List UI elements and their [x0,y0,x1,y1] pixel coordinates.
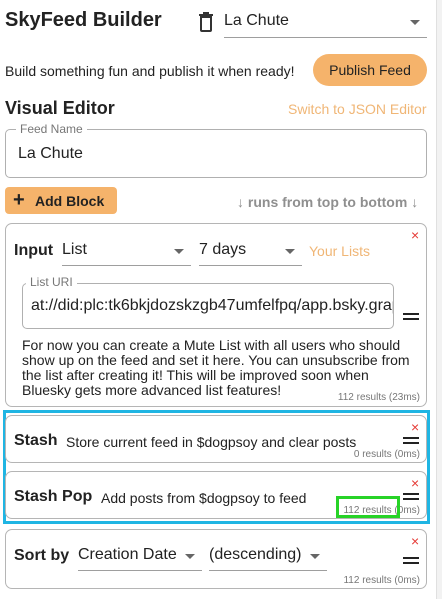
stash-block: × Stash Store current feed in $dogpsoy a… [5,415,427,463]
scrollbar[interactable] [436,0,442,599]
sort-block-label: Sort by [14,547,70,564]
drag-handle-icon[interactable] [403,557,419,564]
publish-feed-button[interactable]: Publish Feed [313,54,427,86]
sort-order-select[interactable]: (descending) [209,541,327,571]
close-icon[interactable]: × [411,228,419,242]
feed-name-value: La Chute [18,145,83,162]
input-block-label: Input [14,242,54,259]
drag-handle-icon[interactable] [403,437,419,444]
stash-description: Store current feed in $dogpsoy and clear… [66,434,357,450]
your-lists-link[interactable]: Your Lists [309,243,370,259]
chevron-down-icon [410,20,420,25]
list-uri-value: at://did:plc:tk6bkjdozskzgb47umfelfpq/ap… [31,297,393,314]
plus-icon: + [13,189,25,211]
close-icon[interactable]: × [411,476,419,490]
sort-results: 112 results (0ms) [343,575,420,586]
chevron-down-icon [285,249,295,254]
tagline: Build something fun and publish it when … [5,63,295,79]
sort-order-value: (descending) [209,546,302,563]
drag-handle-icon[interactable] [403,313,419,320]
close-icon[interactable]: × [411,534,419,548]
chevron-down-icon [185,554,195,559]
sort-field-select[interactable]: Creation Date [78,541,202,571]
add-block-button[interactable]: + Add Block [5,187,117,214]
order-hint: ↓ runs from top to bottom ↓ [237,194,419,210]
stash-pop-description: Add posts from $dogpsoy to feed [101,490,307,506]
feed-select[interactable]: La Chute [224,8,427,38]
feed-select-value: La Chute [224,12,289,29]
stash-results: 0 results (0ms) [353,449,420,460]
list-uri-label: List URI [26,275,77,289]
results-highlight-box [336,496,400,518]
feed-name-label: Feed Name [16,122,87,136]
input-block: × Input List 7 days Your Lists at://did:… [5,223,427,407]
close-icon[interactable]: × [411,420,419,434]
list-uri-field[interactable]: at://did:plc:tk6bkjdozskzgb47umfelfpq/ap… [22,283,394,329]
switch-to-json-editor-link[interactable]: Switch to JSON Editor [288,101,427,117]
drag-handle-icon[interactable] [403,493,419,500]
chevron-down-icon [174,249,184,254]
stash-block-label: Stash [14,432,58,449]
input-range-select[interactable]: 7 days [199,236,302,266]
trash-icon[interactable] [197,11,215,33]
chevron-down-icon [310,554,320,559]
input-results: 112 results (23ms) [337,392,420,403]
sort-block: × Sort by Creation Date (descending) 112… [5,529,427,589]
app-title: SkyFeed Builder [5,9,162,31]
section-title: Visual Editor [5,98,115,118]
feed-name-field[interactable]: Feed Name La Chute [5,122,427,178]
input-range-value: 7 days [199,241,247,258]
input-type-select[interactable]: List [62,236,191,266]
sort-field-value: Creation Date [78,546,177,563]
input-type-value: List [62,241,87,258]
input-description: For now you can create a Mute List with … [22,337,410,398]
add-block-label: Add Block [35,193,105,209]
stash-pop-block-label: Stash Pop [14,488,93,505]
